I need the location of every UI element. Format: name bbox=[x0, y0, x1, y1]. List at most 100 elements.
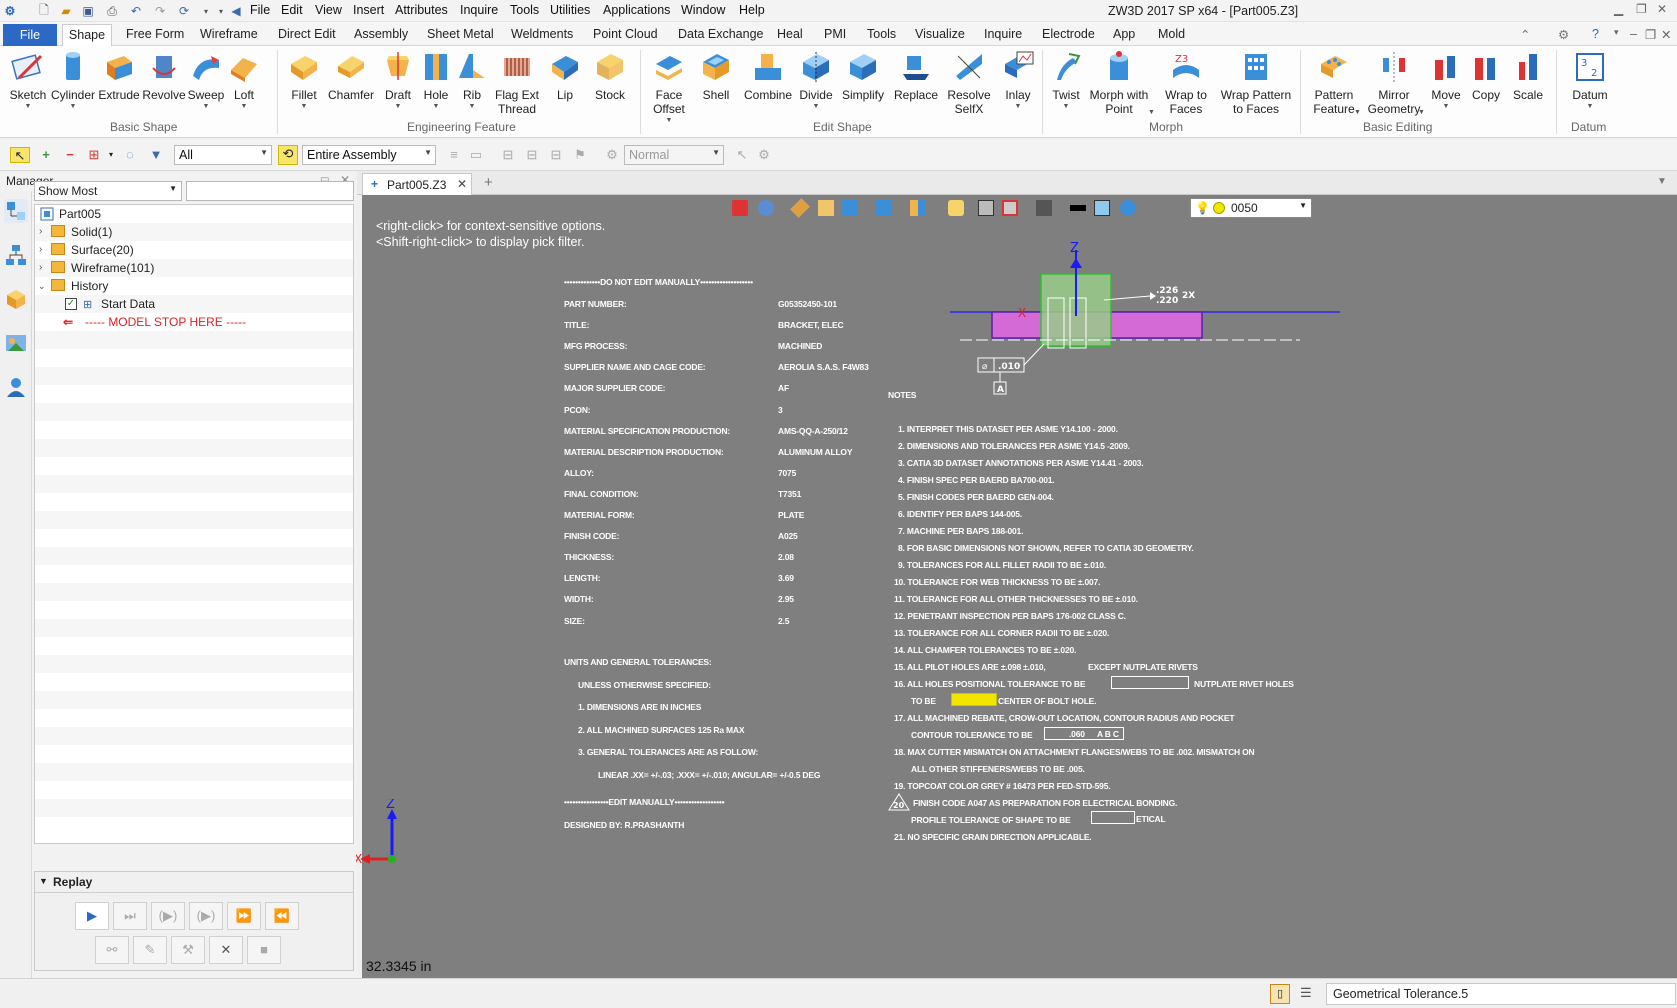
datum-button[interactable]: 32 Datum ▼ bbox=[1566, 50, 1614, 111]
combine-button[interactable]: Combine bbox=[742, 50, 794, 102]
pointer-icon[interactable]: ↖ bbox=[734, 147, 750, 163]
layer-manager-icon[interactable] bbox=[1120, 200, 1136, 216]
user-tab-icon[interactable] bbox=[4, 375, 28, 399]
remove-pick-icon[interactable]: − bbox=[62, 147, 78, 163]
stock-button[interactable]: Stock bbox=[588, 50, 632, 102]
tab-direct-edit[interactable]: Direct Edit bbox=[278, 27, 336, 41]
tab-data-exchange[interactable]: Data Exchange bbox=[678, 27, 763, 41]
box-select-icon[interactable]: ⊞ bbox=[86, 147, 102, 163]
menu-view[interactable]: View bbox=[315, 3, 342, 17]
filter-icon[interactable]: ▼ bbox=[148, 147, 164, 163]
qa-dropdown-icon[interactable]: ▾ bbox=[198, 3, 214, 19]
morph-with-point-button[interactable]: Morph with Point bbox=[1086, 50, 1152, 116]
cube-view-icon[interactable] bbox=[842, 200, 858, 216]
mirror-geometry-button[interactable]: Mirror Geometry bbox=[1362, 50, 1426, 116]
tab-inquire[interactable]: Inquire bbox=[984, 27, 1022, 41]
tab-close-icon[interactable]: ✕ bbox=[457, 177, 467, 191]
pattern-feature-button[interactable]: Pattern Feature bbox=[1306, 50, 1362, 116]
cancel-replay-button[interactable]: ✕ bbox=[209, 936, 243, 964]
face-offset-button[interactable]: Face Offset ▼ bbox=[646, 50, 692, 125]
help-dropdown-icon[interactable]: ▾ bbox=[1614, 27, 1619, 38]
mode-select[interactable]: Normal ▼ bbox=[624, 145, 724, 165]
minimize-icon[interactable]: ▁ bbox=[1614, 2, 1623, 16]
tree-item-surface[interactable]: › Surface(20) bbox=[35, 241, 353, 259]
status-toggle-icon[interactable]: ▯ bbox=[1270, 984, 1290, 1004]
new-tab-icon[interactable]: + bbox=[484, 174, 493, 191]
tab-tools[interactable]: Tools bbox=[867, 27, 896, 41]
qa-more-icon[interactable]: ▾ bbox=[213, 3, 229, 19]
assembly-scope-icon[interactable]: ⟲ bbox=[278, 145, 298, 165]
twist-button[interactable]: Twist ▼ bbox=[1046, 50, 1086, 111]
shell-button[interactable]: Shell bbox=[694, 50, 738, 102]
rib-button[interactable]: Rib ▼ bbox=[454, 50, 490, 111]
line-weight-icon[interactable] bbox=[1070, 205, 1086, 211]
render-mode-icon[interactable] bbox=[910, 200, 926, 216]
settings-gear-icon[interactable]: ⚙ bbox=[1558, 27, 1569, 42]
color-swatch-icon[interactable] bbox=[1094, 200, 1110, 216]
visual-tab-icon[interactable] bbox=[4, 331, 28, 355]
move-button[interactable]: Move ▼ bbox=[1426, 50, 1466, 111]
print-icon[interactable]: ⎙ bbox=[104, 3, 120, 19]
add-pick-icon[interactable]: + bbox=[38, 147, 54, 163]
play-all-button[interactable]: (▶) bbox=[189, 902, 223, 930]
tab-electrode[interactable]: Electrode bbox=[1042, 27, 1095, 41]
menu-attributes[interactable]: Attributes bbox=[395, 3, 448, 17]
status-list-icon[interactable]: ☰ bbox=[1300, 985, 1312, 1001]
menu-help[interactable]: Help bbox=[739, 3, 765, 17]
expand-chevron-icon[interactable]: › bbox=[39, 259, 42, 277]
material-icon[interactable] bbox=[948, 200, 964, 216]
toolbar-icon-f[interactable]: ⚑ bbox=[572, 147, 588, 163]
section-view-icon[interactable] bbox=[1002, 200, 1018, 216]
lasso-select-icon[interactable]: ◌ bbox=[122, 147, 138, 163]
tab-mold[interactable]: Mold bbox=[1158, 27, 1185, 41]
scale-button[interactable]: Scale bbox=[1508, 50, 1548, 102]
tab-wireframe[interactable]: Wireframe bbox=[200, 27, 258, 41]
inlay-button[interactable]: Inlay ▼ bbox=[998, 50, 1038, 111]
layer-select[interactable]: 💡 0050 ▼ bbox=[1190, 198, 1312, 218]
tree-item-history[interactable]: ⌄ History bbox=[35, 277, 353, 295]
tab-point-cloud[interactable]: Point Cloud bbox=[593, 27, 658, 41]
graphics-viewport[interactable]: 💡 0050 ▼ <right-click> for context-sensi… bbox=[356, 195, 1677, 978]
revolve-button[interactable]: Revolve bbox=[142, 50, 186, 102]
expand-chevron-icon[interactable]: › bbox=[39, 223, 42, 241]
tab-pmi[interactable]: PMI bbox=[824, 27, 846, 41]
view-orient-icon[interactable] bbox=[758, 200, 774, 216]
replace-button[interactable]: Replace bbox=[892, 50, 940, 102]
pattern-dropdown-icon[interactable]: ▼ bbox=[1354, 109, 1361, 116]
exit-view-icon[interactable] bbox=[732, 200, 748, 216]
menu-utilities[interactable]: Utilities bbox=[550, 3, 590, 17]
sweep-button[interactable]: Sweep ▼ bbox=[186, 50, 226, 111]
display-mode-icon[interactable] bbox=[876, 200, 892, 216]
history-tab-icon[interactable] bbox=[4, 199, 28, 223]
open-folder-icon[interactable]: ▰ bbox=[58, 3, 74, 19]
back-arrow-icon[interactable]: ◀ bbox=[228, 3, 244, 19]
menu-applications[interactable]: Applications bbox=[603, 3, 670, 17]
scope-select[interactable]: Entire Assembly ▼ bbox=[302, 145, 436, 165]
fillet-button[interactable]: Fillet ▼ bbox=[284, 50, 324, 111]
tree-item-start-data[interactable]: ✓ ⊞ Start Data bbox=[35, 295, 353, 313]
link-button[interactable]: ⚯ bbox=[95, 936, 129, 964]
tree-item-part[interactable]: Part005 bbox=[35, 205, 353, 223]
toolbar-icon-b[interactable]: ▭ bbox=[468, 147, 484, 163]
edit-pencil-button[interactable]: ✎ bbox=[133, 936, 167, 964]
show-mode-select[interactable]: Show Most ▼ bbox=[34, 181, 182, 201]
toolbar-icon-d[interactable]: ⊟ bbox=[524, 147, 540, 163]
gear-small-icon[interactable]: ⚙ bbox=[756, 147, 772, 163]
expand-chevron-icon[interactable]: › bbox=[39, 241, 42, 259]
tab-weldments[interactable]: Weldments bbox=[511, 27, 573, 41]
tab-heal[interactable]: Heal bbox=[777, 27, 803, 41]
tab-sheet-metal[interactable]: Sheet Metal bbox=[427, 27, 494, 41]
restore-icon[interactable]: ❐ bbox=[1636, 2, 1647, 16]
morph-dropdown-icon[interactable]: ▼ bbox=[1148, 109, 1155, 116]
tab-visualize[interactable]: Visualize bbox=[915, 27, 965, 41]
resolve-selfx-button[interactable]: Resolve SelfX bbox=[944, 50, 994, 116]
wrap-pattern-to-faces-button[interactable]: Wrap Pattern to Faces bbox=[1216, 50, 1296, 116]
loft-button[interactable]: Loft ▼ bbox=[226, 50, 262, 111]
menu-tools[interactable]: Tools bbox=[510, 3, 539, 17]
wrap-to-faces-button[interactable]: Z3 Wrap to Faces bbox=[1158, 50, 1214, 116]
tab-app[interactable]: App bbox=[1113, 27, 1135, 41]
fast-forward-button[interactable]: ⏩ bbox=[227, 902, 261, 930]
checkbox-checked-icon[interactable]: ✓ bbox=[65, 298, 77, 310]
tab-file[interactable]: File bbox=[3, 24, 57, 46]
parts-tab-icon[interactable] bbox=[4, 287, 28, 311]
